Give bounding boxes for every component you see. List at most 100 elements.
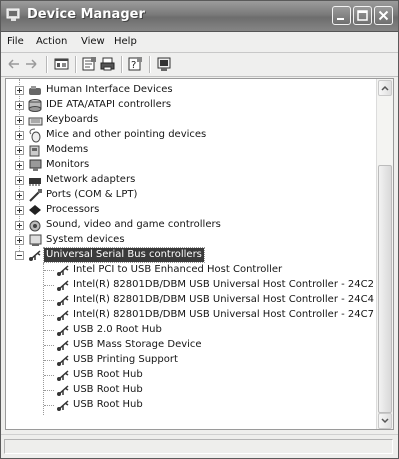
usb-device-icon	[57, 385, 69, 396]
tree-item-label: USB Printing Support	[73, 354, 178, 365]
collapse-minus-icon[interactable]	[15, 251, 24, 260]
port-icon	[29, 189, 42, 202]
minimize-icon	[337, 18, 344, 20]
minimize-button[interactable]	[332, 6, 351, 25]
tree-item-usb-device[interactable]: Intel(R) 82801DB/DBM USB Universal Host …	[6, 278, 376, 293]
device-manager-window: Device Manager File Action View Help ? H…	[0, 0, 399, 459]
tree-item-label: USB 2.0 Root Hub	[73, 324, 162, 335]
keyboard-icon	[28, 117, 43, 126]
help-icon[interactable]: ?	[127, 56, 144, 72]
close-icon	[378, 10, 389, 21]
usb-device-icon	[57, 280, 69, 291]
tree-item-usb-device[interactable]: USB Root Hub	[6, 398, 376, 413]
tree-item-label: System devices	[46, 234, 125, 245]
device-tree[interactable]: Human Interface Devices IDE ATA/ATAPI co…	[5, 78, 394, 430]
tree-item-label: Modems	[46, 144, 89, 155]
modem-icon	[29, 145, 40, 157]
scrollbar-thumb[interactable]	[378, 165, 392, 413]
tree-item-usb-device[interactable]: USB Root Hub	[6, 368, 376, 383]
tree-item-label: Intel PCI to USB Enhanced Host Controlle…	[73, 264, 283, 275]
usb-icon	[29, 250, 41, 261]
menu-view[interactable]: View	[81, 36, 105, 47]
print-icon[interactable]	[99, 56, 116, 72]
usb-device-icon	[57, 325, 69, 336]
tree-item-ports[interactable]: Ports (COM & LPT)	[6, 188, 376, 203]
forward-arrow-icon[interactable]	[23, 56, 40, 72]
expand-plus-icon[interactable]	[15, 101, 24, 110]
tree-item-usb-device[interactable]: Intel PCI to USB Enhanced Host Controlle…	[6, 263, 376, 278]
usb-device-icon	[57, 295, 69, 306]
close-button[interactable]	[374, 6, 393, 25]
expand-plus-icon[interactable]	[15, 236, 24, 245]
toolbar-separator	[46, 56, 48, 73]
expand-plus-icon[interactable]	[15, 161, 24, 170]
tree-item-label: Network adapters	[46, 174, 136, 185]
tree-item-label: Keyboards	[46, 114, 99, 125]
usb-device-icon	[57, 340, 69, 351]
expand-plus-icon[interactable]	[15, 191, 24, 200]
expand-plus-icon[interactable]	[15, 206, 24, 215]
processor-icon	[29, 205, 41, 215]
network-adapter-icon	[29, 178, 41, 186]
tree-item-monitors[interactable]: Monitors	[6, 158, 376, 173]
menu-bar: File Action View Help	[1, 32, 398, 53]
tree-item-mice[interactable]: Mice and other pointing devices	[6, 128, 376, 143]
tree-item-modems[interactable]: Modems	[6, 143, 376, 158]
ide-controller-icon	[28, 99, 42, 112]
menu-action[interactable]: Action	[36, 36, 67, 47]
expand-plus-icon[interactable]	[15, 116, 24, 125]
toolbar: ?	[1, 53, 398, 77]
tree-item-label: USB Mass Storage Device	[73, 339, 202, 350]
tree-item-usb-device[interactable]: USB 2.0 Root Hub	[6, 323, 376, 338]
tree-item-usb-device[interactable]: Intel(R) 82801DB/DBM USB Universal Host …	[6, 293, 376, 308]
tree-item-usb-device[interactable]: USB Printing Support	[6, 353, 376, 368]
tree-item-label: Processors	[46, 204, 100, 215]
monitor-icon	[29, 159, 42, 171]
tree-item-label: USB Root Hub	[73, 369, 143, 380]
tree-item-label: Mice and other pointing devices	[46, 129, 207, 140]
expand-plus-icon[interactable]	[15, 131, 24, 140]
tree-item-processors[interactable]: Processors	[6, 203, 376, 218]
chevron-up-icon	[381, 85, 389, 91]
chevron-down-icon	[381, 418, 389, 424]
tree-item-network-adapters[interactable]: Network adapters	[6, 173, 376, 188]
scan-hardware-icon[interactable]	[156, 56, 173, 72]
tree-item-usb-device[interactable]: USB Mass Storage Device	[6, 338, 376, 353]
tree-item-label: Monitors	[46, 159, 90, 170]
tree-item-ide-controllers[interactable]: IDE ATA/ATAPI controllers	[6, 98, 376, 113]
hid-icon	[29, 86, 41, 95]
expand-plus-icon[interactable]	[15, 146, 24, 155]
scroll-down-button[interactable]	[378, 413, 392, 429]
tree-item-sound-video-game[interactable]: Sound, video and game controllers	[6, 218, 376, 233]
sound-icon	[29, 220, 41, 232]
back-arrow-icon[interactable]	[6, 56, 23, 72]
maximize-icon	[357, 10, 368, 21]
tree-item-label-selected: Universal Serial Bus controllers	[43, 247, 205, 263]
toolbar-separator	[149, 56, 151, 73]
maximize-button[interactable]	[353, 6, 372, 25]
expand-plus-icon[interactable]	[15, 176, 24, 185]
tree-item-human-interface-devices[interactable]: Human Interface Devices	[6, 83, 376, 98]
expand-plus-icon[interactable]	[15, 86, 24, 95]
window-title: Device Manager	[27, 7, 145, 22]
scroll-up-button[interactable]	[378, 80, 392, 96]
tree-item-label: Intel(R) 82801DB/DBM USB Universal Host …	[73, 309, 374, 320]
tree-item-label: Sound, video and game controllers	[46, 219, 221, 230]
tree-item-usb-controllers[interactable]: Universal Serial Bus controllers	[6, 247, 376, 263]
title-bar[interactable]: Device Manager	[1, 1, 398, 32]
tree-item-system-devices[interactable]: System devices	[6, 233, 376, 248]
menu-file[interactable]: File	[7, 36, 24, 47]
properties-icon[interactable]	[81, 56, 98, 72]
tree-item-usb-device[interactable]: Intel(R) 82801DB/DBM USB Universal Host …	[6, 308, 376, 323]
tree-item-usb-device[interactable]: USB Root Hub	[6, 383, 376, 398]
menu-help[interactable]: Help	[114, 36, 137, 47]
tree-item-keyboards[interactable]: Keyboards	[6, 113, 376, 128]
show-hide-console-tree-icon[interactable]	[53, 56, 70, 72]
vertical-scrollbar[interactable]	[376, 79, 393, 429]
usb-device-icon	[57, 400, 69, 411]
expand-plus-icon[interactable]	[15, 221, 24, 230]
svg-text:?: ?	[131, 60, 136, 71]
status-bar	[1, 434, 398, 458]
tree-item-label: USB Root Hub	[73, 384, 143, 395]
tree-item-label: Ports (COM & LPT)	[46, 189, 138, 200]
